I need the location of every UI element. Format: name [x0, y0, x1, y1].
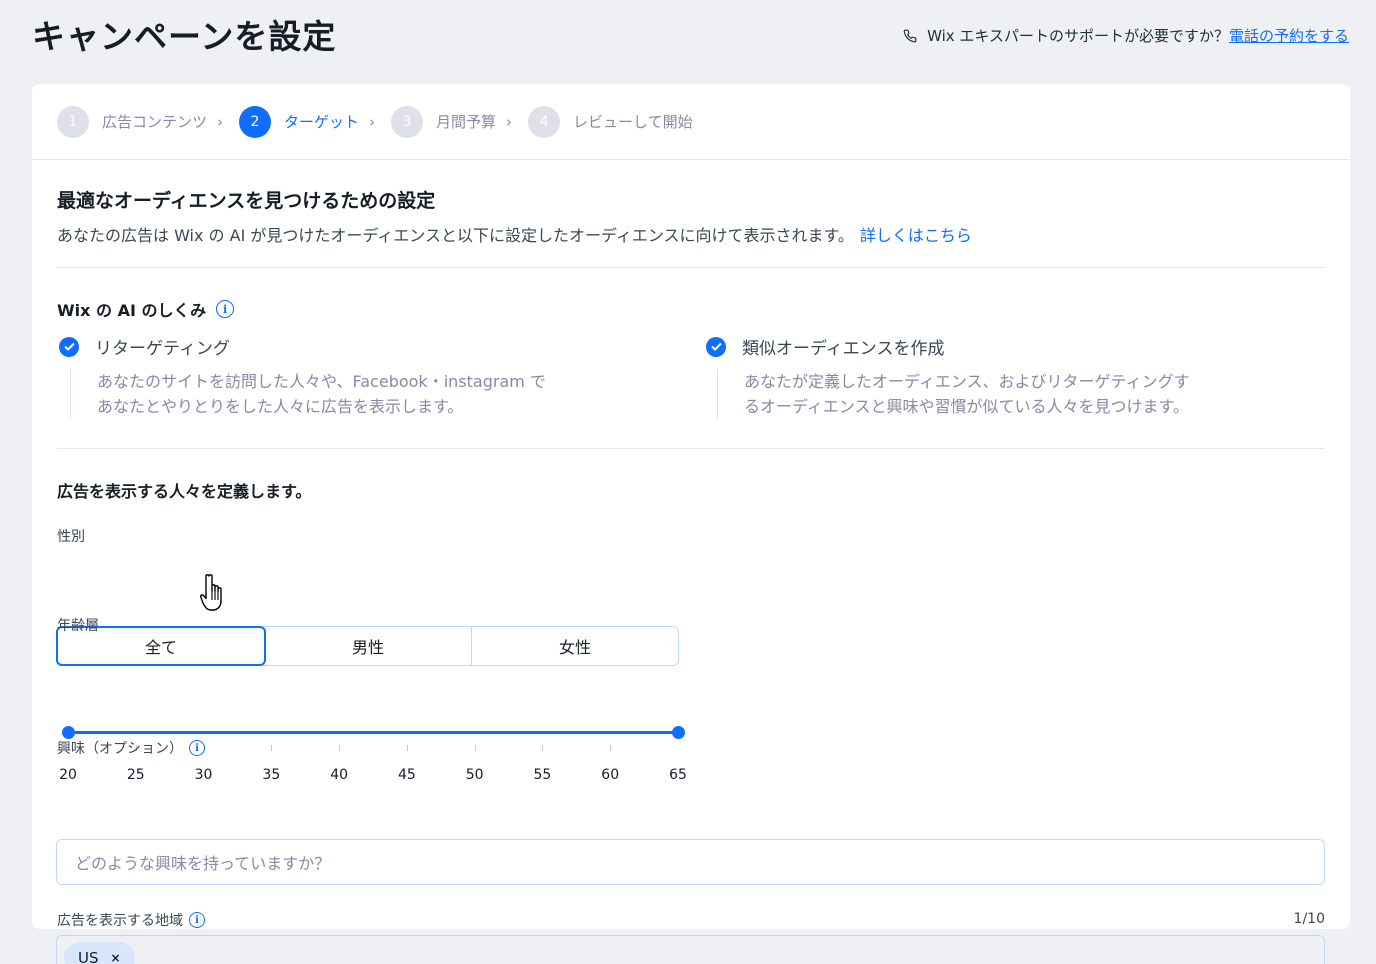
gender-option-male[interactable]: 男性	[265, 627, 472, 665]
phone-icon	[903, 29, 917, 42]
divider	[57, 267, 1325, 268]
step-label: 月間予算	[436, 113, 497, 131]
location-label-text: 広告を表示する地域	[57, 913, 183, 929]
lookalike-title: 類似オーディエンスを作成	[742, 339, 945, 359]
step-label: レビューして開始	[573, 113, 693, 131]
help-text: Wix エキスパートのサポートが必要ですか？	[927, 27, 1229, 45]
slider-tick-label: 35	[262, 767, 281, 783]
chevron-right-icon: ›	[369, 112, 376, 131]
step-number: 3	[391, 105, 424, 138]
gender-label: 性別	[57, 529, 85, 545]
hand-pointer-icon	[200, 574, 222, 611]
desc-line: あなたのサイトを訪問した人々や、Facebook・instagram で	[97, 372, 546, 391]
step-number: 4	[528, 105, 561, 138]
desc-line: るオーディエンスと興味や習慣が似ている人々を見つけます。	[744, 397, 1189, 416]
desc-line: あなたが定義したオーディエンス、およびリターゲティングす	[744, 372, 1190, 391]
slider-tick-label: 40	[330, 767, 349, 783]
desc-line: あなたとやりとりをした人々に広告を表示します。	[97, 397, 464, 416]
slider-tick-label: 60	[601, 767, 620, 783]
info-icon[interactable]: i	[216, 300, 235, 318]
age-label: 年齢層	[57, 618, 99, 634]
info-icon[interactable]: i	[189, 740, 205, 756]
lookalike-description: あなたが定義したオーディエンス、およびリターゲティングす るオーディエンスと興味…	[717, 369, 1190, 419]
slider-tick-label: 45	[397, 767, 416, 783]
slider-tick-label: 25	[126, 767, 145, 783]
gender-option-female[interactable]: 女性	[472, 627, 678, 665]
slider-track	[68, 731, 678, 734]
slider-tick-label: 65	[669, 767, 687, 783]
location-label: 広告を表示する地域 i	[57, 910, 205, 930]
location-counter: 1/10	[1293, 911, 1325, 927]
chevron-right-icon: ›	[506, 112, 513, 131]
lookalike-item: 類似オーディエンスを作成 あなたが定義したオーディエンス、およびリターゲティング…	[706, 334, 1190, 419]
step-ad-content[interactable]: 1 広告コンテンツ ›	[57, 105, 239, 138]
ai-section-title: Wix の AI のしくみ i	[57, 297, 235, 321]
define-title: 広告を表示する人々を定義します。	[57, 482, 312, 501]
location-tag: US ×	[64, 942, 135, 964]
audience-description-text: あなたの広告は Wix の AI が見つけたオーディエンスと以下に設定したオーデ…	[57, 226, 854, 245]
slider-tick	[610, 745, 612, 751]
audience-title: 最適なオーディエンスを見つけるための設定	[57, 190, 436, 212]
interests-input[interactable]: どのような興味を持っていますか？	[56, 839, 1325, 885]
retargeting-title: リターゲティング	[95, 339, 230, 359]
step-number: 1	[57, 105, 89, 138]
slider-tick-label: 50	[465, 767, 484, 783]
close-icon[interactable]: ×	[111, 951, 121, 964]
slider-tick-label: 20	[59, 767, 77, 783]
age-max-handle[interactable]	[671, 726, 685, 739]
slider-tick-label: 55	[533, 767, 552, 783]
slider-tick	[406, 745, 408, 751]
learn-more-link[interactable]: 詳しくはこちら	[860, 226, 972, 245]
audience-description: あなたの広告は Wix の AI が見つけたオーディエンスと以下に設定したオーデ…	[57, 222, 972, 246]
checkmark-icon	[706, 336, 726, 357]
stepper: 1 広告コンテンツ › 2 ターゲット › 3 月間予算 › 4 レビューして開…	[32, 84, 1350, 160]
location-input[interactable]: US ×	[56, 935, 1325, 964]
divider	[57, 448, 1325, 449]
book-call-link[interactable]: 電話の予約をする	[1229, 25, 1349, 46]
step-budget[interactable]: 3 月間予算 ›	[391, 105, 528, 138]
campaign-card: 1 広告コンテンツ › 2 ターゲット › 3 月間予算 › 4 レビューして開…	[32, 84, 1350, 964]
step-number: 2	[239, 105, 272, 138]
checkmark-icon	[59, 336, 79, 357]
step-review[interactable]: 4 レビューして開始	[528, 105, 693, 138]
ai-title-text: Wix の AI のしくみ	[57, 301, 207, 320]
slider-tick	[271, 745, 273, 751]
tag-label: US	[78, 949, 99, 964]
slider-tick-label: 30	[194, 767, 213, 783]
retargeting-description: あなたのサイトを訪問した人々や、Facebook・instagram で あなた…	[70, 369, 546, 419]
gender-selector: 全て 男性 女性	[56, 626, 679, 666]
step-label: ターゲット	[284, 113, 360, 131]
chevron-right-icon: ›	[217, 112, 224, 131]
info-icon[interactable]: i	[189, 912, 205, 928]
interests-label: 興味（オプション） i	[57, 738, 205, 758]
slider-tick	[542, 745, 544, 751]
interests-label-text: 興味（オプション）	[57, 741, 183, 757]
retargeting-item: リターゲティング あなたのサイトを訪問した人々や、Facebook・instag…	[59, 334, 546, 419]
page-title: キャンペーンを設定	[32, 17, 337, 56]
slider-tick	[474, 745, 476, 751]
slider-tick	[339, 745, 341, 751]
step-target[interactable]: 2 ターゲット ›	[239, 105, 391, 138]
expert-help: Wix エキスパートのサポートが必要ですか？ 電話の予約をする	[903, 25, 1349, 46]
step-label: 広告コンテンツ	[102, 113, 208, 131]
